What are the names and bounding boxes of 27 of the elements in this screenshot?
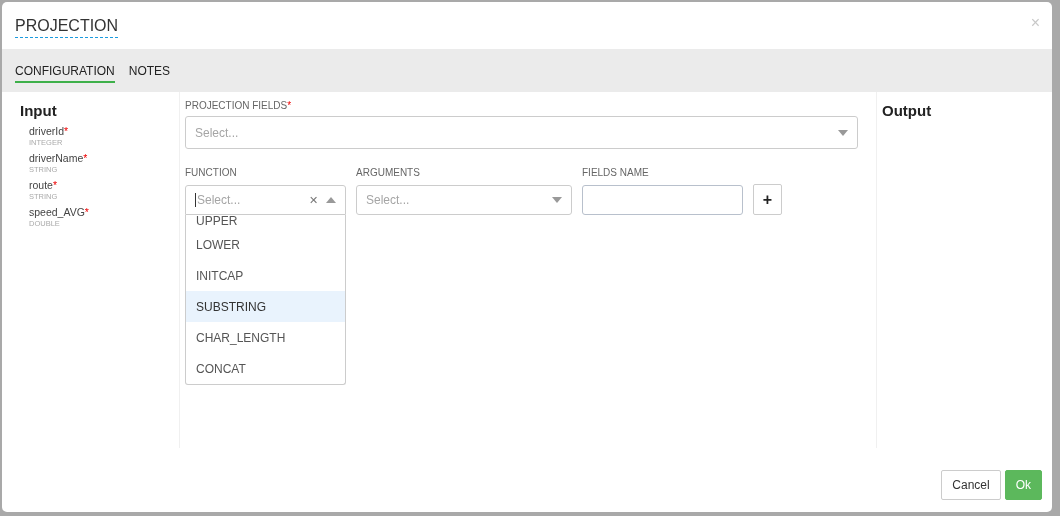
- caret-down-icon: [838, 129, 848, 136]
- add-button[interactable]: +: [753, 184, 782, 215]
- field-label: FIELDS NAME: [582, 167, 649, 178]
- dropdown-option[interactable]: LOWER: [186, 229, 345, 260]
- field-name: speed_AVG*: [29, 206, 89, 218]
- field-label: PROJECTION FIELDS*: [185, 100, 292, 111]
- caret-up-icon: [326, 197, 336, 203]
- cancel-button[interactable]: Cancel: [941, 470, 1001, 500]
- dropdown-option[interactable]: UPPER: [186, 215, 345, 229]
- tab[interactable]: CONFIGURATION: [15, 61, 115, 83]
- dropdown-option[interactable]: CHAR_LENGTH: [186, 322, 345, 353]
- dialog-title: PROJECTION: [15, 16, 119, 38]
- dropdown-option[interactable]: INITCAP: [186, 260, 345, 291]
- fields-name-input[interactable]: [582, 185, 743, 215]
- function-select[interactable]: Select... ✕: [185, 185, 346, 215]
- field-name: driverId*: [29, 125, 69, 137]
- tab[interactable]: NOTES: [128, 61, 171, 83]
- field-label: FUNCTION: [185, 167, 237, 178]
- caret-down-icon: [552, 197, 562, 203]
- field-label: ARGUMENTS: [356, 167, 420, 178]
- dropdown-option[interactable]: CONCAT: [186, 353, 345, 384]
- output-title: Output: [882, 102, 933, 119]
- field-name: driverName*: [29, 152, 88, 164]
- dropdown-option[interactable]: SUBSTRING: [186, 291, 345, 322]
- input-title: Input: [20, 102, 58, 119]
- field-name: route*: [29, 179, 58, 191]
- clear-icon[interactable]: ✕: [309, 193, 318, 207]
